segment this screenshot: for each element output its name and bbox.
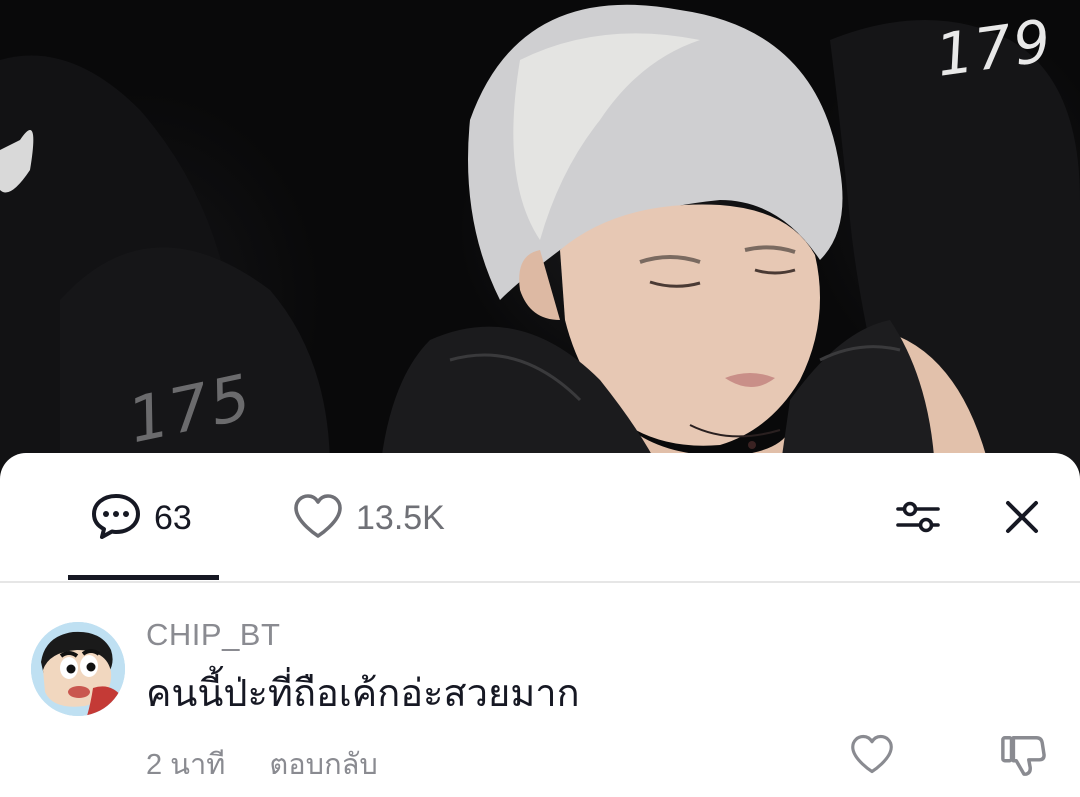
heart-icon: [292, 492, 344, 545]
thumbs-down-icon: [1000, 732, 1046, 783]
avatar[interactable]: [31, 622, 125, 716]
heart-outline-icon: [849, 733, 895, 780]
sliders-icon: [894, 497, 942, 542]
comment-bubble-icon: [90, 492, 142, 545]
active-tab-indicator: [68, 575, 219, 580]
screen: 179 175 63 13.5K CHIP_BT คนนี้ป่ะที่ถือเ…: [0, 0, 1080, 797]
comments-sheet: 63 13.5K CHIP_BT คนนี้ป่ะที่ถือเค้กอ่ะสว…: [0, 453, 1080, 797]
tab-likes[interactable]: 13.5K: [292, 491, 445, 545]
tab-comments[interactable]: 63: [90, 491, 192, 545]
comment-meta: 2 นาที ตอบกลับ: [146, 741, 378, 787]
comment-dislike-button[interactable]: [998, 733, 1048, 781]
comment-username[interactable]: CHIP_BT: [146, 617, 280, 653]
comment-count: 63: [154, 498, 192, 537]
like-count: 13.5K: [356, 498, 445, 537]
cartoon-avatar-image: [31, 622, 125, 716]
reply-button[interactable]: ตอบกลับ: [269, 741, 377, 787]
comment-item: CHIP_BT คนนี้ป่ะที่ถือเค้กอ่ะสวยมาก 2 นา…: [0, 583, 1080, 797]
close-icon: [1004, 499, 1040, 540]
comment-timestamp: 2 นาที: [146, 749, 226, 781]
video-player[interactable]: 179 175: [0, 0, 1080, 470]
comment-text: คนนี้ป่ะที่ถือเค้กอ่ะสวยมาก: [146, 673, 580, 715]
comment-like-button[interactable]: [848, 733, 896, 779]
close-button[interactable]: [996, 497, 1048, 541]
filter-button[interactable]: [892, 497, 944, 541]
comments-tab-bar: 63 13.5K: [0, 453, 1080, 583]
